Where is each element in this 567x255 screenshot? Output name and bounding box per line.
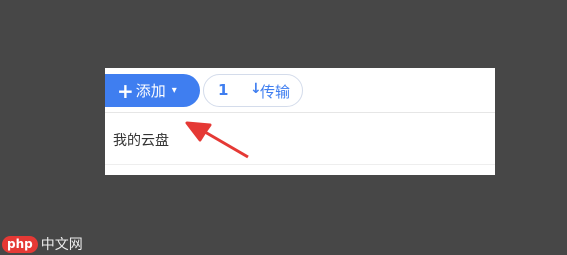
watermark-logo: php	[2, 235, 38, 253]
watermark-text: 中文网	[40, 237, 83, 253]
watermark: php 中文网	[2, 234, 83, 254]
annotation-arrow-icon	[185, 121, 249, 159]
